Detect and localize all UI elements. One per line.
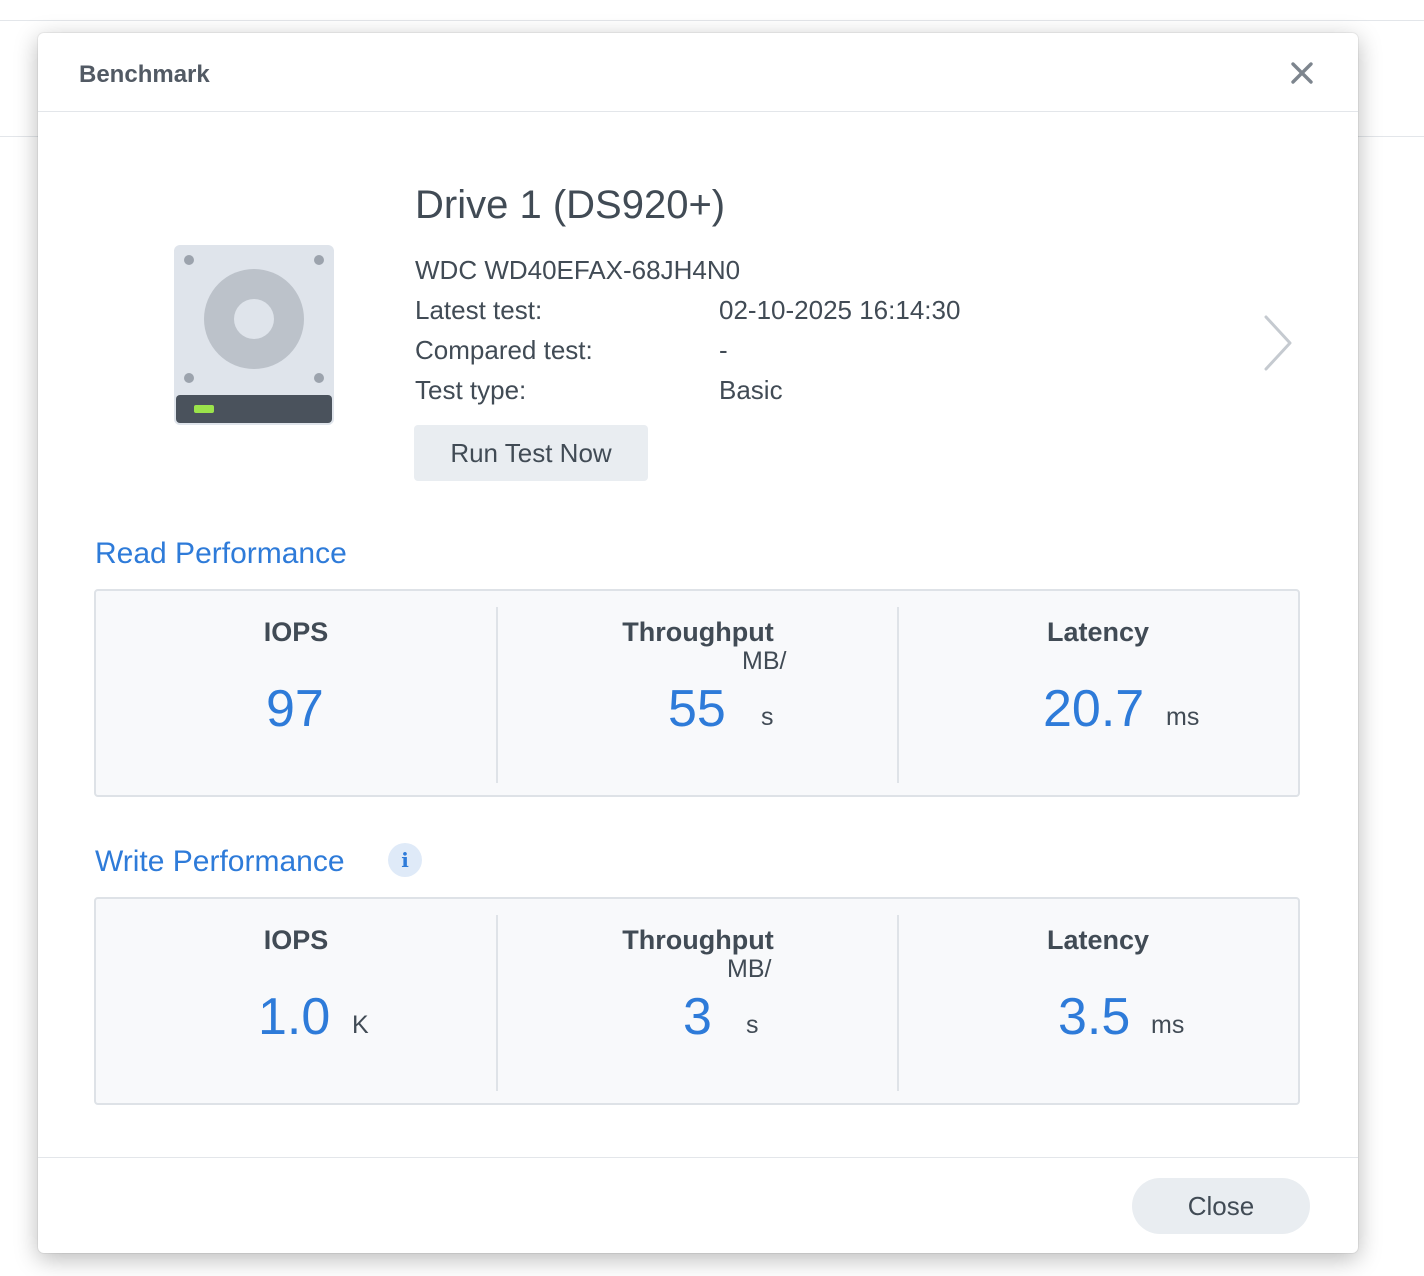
read-metrics-panel: IOPS 97 Throughput 55 MB/ s 20.7 Latency… bbox=[94, 589, 1300, 797]
metric-unit: MB/ bbox=[727, 955, 772, 983]
write-performance-title: Write Performance bbox=[95, 845, 345, 878]
dialog-title: Benchmark bbox=[79, 61, 210, 88]
run-test-now-button[interactable]: Run Test Now bbox=[414, 425, 648, 481]
field-value-test-type: Basic bbox=[719, 375, 783, 405]
close-icon[interactable] bbox=[1286, 57, 1318, 89]
drive-name: Drive 1 (DS920+) bbox=[415, 183, 726, 227]
benchmark-dialog: Benchmark Drive 1 (DS920+) WDC WD40EFAX-… bbox=[38, 33, 1358, 1253]
metric-value: 20.7 bbox=[1043, 680, 1145, 738]
read-throughput-metric: Throughput 55 MB/ s bbox=[498, 591, 898, 795]
field-label-latest-test: Latest test: bbox=[415, 295, 543, 325]
metric-unit: K bbox=[352, 1011, 369, 1039]
metric-label: IOPS bbox=[263, 617, 329, 647]
metric-unit: s bbox=[761, 703, 774, 731]
led-indicator bbox=[194, 405, 214, 413]
read-iops-metric: IOPS 97 bbox=[96, 591, 496, 795]
drive-model: WDC WD40EFAX-68JH4N0 bbox=[415, 255, 741, 285]
metric-unit: ms bbox=[1151, 1011, 1185, 1039]
field-value-compared-test: - bbox=[719, 335, 728, 365]
field-label-compared-test: Compared test: bbox=[415, 335, 593, 365]
read-performance-title: Read Performance bbox=[95, 537, 347, 570]
write-throughput-metric: Throughput 3 MB/ s bbox=[498, 899, 898, 1103]
metric-value: 55 bbox=[668, 680, 726, 738]
hard-drive-icon bbox=[174, 245, 334, 425]
metric-unit: MB/ bbox=[742, 647, 787, 675]
metric-label: Throughput bbox=[622, 925, 774, 955]
field-value-latest-test: 02-10-2025 16:14:30 bbox=[719, 295, 961, 325]
dialog-header: Benchmark bbox=[38, 33, 1358, 112]
write-iops-metric: IOPS 1.0 K bbox=[96, 899, 496, 1103]
info-icon[interactable]: i bbox=[388, 843, 422, 877]
read-latency-metric: 20.7 Latency ms bbox=[898, 591, 1298, 795]
metric-value: 1.0 bbox=[258, 988, 331, 1046]
metric-value: 3 bbox=[683, 988, 712, 1046]
dialog-footer: Close bbox=[38, 1157, 1358, 1253]
metric-label: IOPS bbox=[263, 925, 329, 955]
field-label-test-type: Test type: bbox=[415, 375, 527, 405]
metric-unit: s bbox=[746, 1011, 759, 1039]
metric-value: 97 bbox=[266, 680, 324, 738]
metric-label: Throughput bbox=[622, 617, 774, 647]
metric-unit: ms bbox=[1166, 703, 1200, 731]
close-button[interactable]: Close bbox=[1132, 1178, 1310, 1234]
metric-label: Latency bbox=[1046, 617, 1150, 647]
metric-value: 3.5 bbox=[1058, 988, 1131, 1046]
metric-label: Latency bbox=[1046, 925, 1150, 955]
write-latency-metric: Latency 3.5 ms bbox=[898, 899, 1298, 1103]
chevron-right-icon[interactable] bbox=[1260, 313, 1296, 373]
write-metrics-panel: IOPS 1.0 K Throughput 3 MB/ s Latency 3.… bbox=[94, 897, 1300, 1105]
background-divider bbox=[0, 20, 1424, 21]
